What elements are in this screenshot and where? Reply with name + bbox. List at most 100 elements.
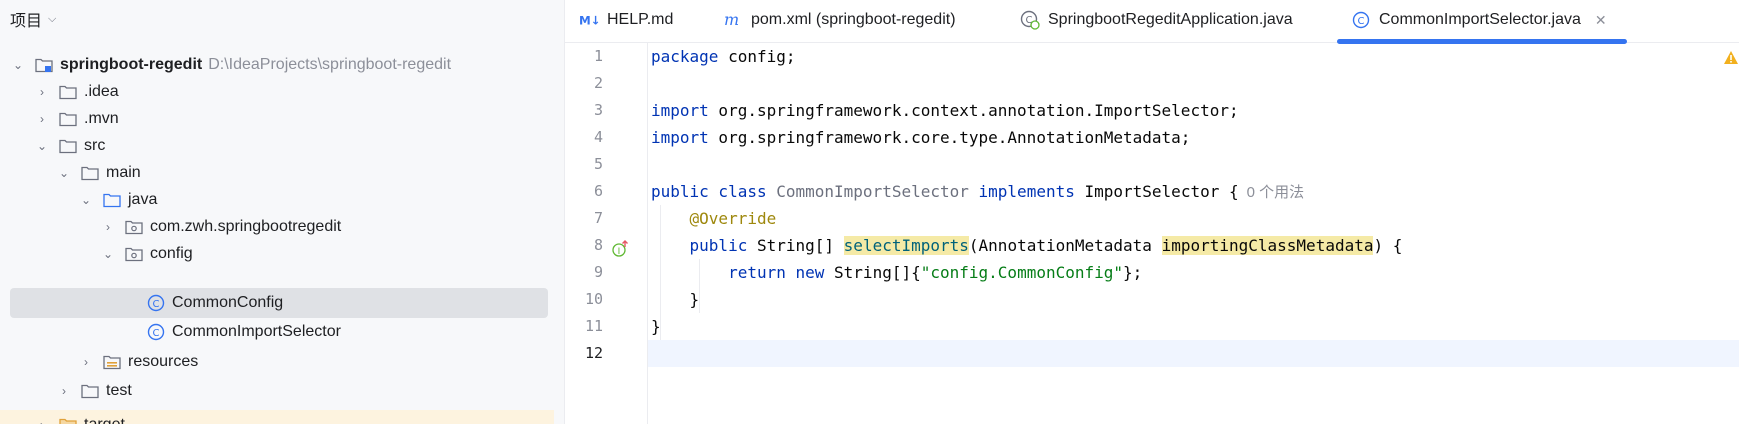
tree-item-label: .mvn bbox=[84, 110, 119, 127]
tab-commonimportselector[interactable]: C CommonImportSelector.java ✕ bbox=[1337, 0, 1627, 44]
chevron-down-icon[interactable]: ⌄ bbox=[56, 166, 72, 180]
line-number: 2 bbox=[593, 74, 603, 92]
maven-icon: m bbox=[723, 10, 743, 30]
line-number: 11 bbox=[584, 317, 603, 335]
editor-gutter: 1 2 3 4 5 6 7 8 9 10 11 12 bbox=[565, 43, 648, 424]
tree-item-label: CommonImportSelector bbox=[172, 323, 341, 340]
keyword: import bbox=[651, 101, 709, 120]
folder-icon bbox=[58, 82, 78, 102]
code-text: org.springframework.context.annotation.I… bbox=[708, 101, 1239, 120]
code-text: ) { bbox=[1373, 236, 1403, 255]
parameter-name: importingClassMetadata bbox=[1161, 236, 1374, 255]
package-icon bbox=[124, 244, 144, 264]
project-view-selector[interactable]: 项目 ⌵ bbox=[10, 6, 56, 32]
tree-item-resources[interactable]: › resources bbox=[10, 347, 548, 377]
code-text: ImportSelector { bbox=[1084, 182, 1239, 201]
tree-item-commonimportselector[interactable]: C CommonImportSelector bbox=[10, 317, 548, 347]
keyword: public bbox=[689, 236, 757, 255]
tab-label: CommonImportSelector.java bbox=[1379, 11, 1581, 28]
tree-item-idea[interactable]: › .idea bbox=[10, 77, 548, 107]
svg-text:M↓: M↓ bbox=[579, 14, 599, 28]
line-number: 10 bbox=[584, 290, 603, 308]
class-icon: C bbox=[1351, 10, 1371, 30]
line-number-current: 12 bbox=[584, 344, 603, 362]
string-literal: "config.CommonConfig" bbox=[920, 263, 1124, 282]
line-number: 3 bbox=[593, 101, 603, 119]
tree-item-src[interactable]: ⌄ src bbox=[10, 131, 548, 161]
tree-item-project-root[interactable]: ⌄ springboot-regedit D:\IdeaProjects\spr… bbox=[10, 50, 548, 80]
tree-item-java[interactable]: ⌄ java bbox=[10, 185, 548, 215]
code-line-1: package config; bbox=[651, 43, 796, 70]
code-text: (AnnotationMetadata bbox=[968, 236, 1162, 255]
tab-label: HELP.md bbox=[607, 11, 674, 28]
chevron-right-icon[interactable]: › bbox=[100, 220, 116, 234]
project-view-title: 项目 bbox=[10, 13, 43, 30]
implements-method-icon[interactable]: I bbox=[611, 240, 629, 263]
module-folder-icon bbox=[34, 55, 54, 75]
method-name: selectImports bbox=[843, 236, 969, 255]
editor-tab-bar: M↓ HELP.md m pom.xml (springboot-regedit… bbox=[565, 0, 1739, 44]
usages-inlay-hint[interactable]: 0 个用法 bbox=[1247, 184, 1305, 201]
code-text: String[]{ bbox=[834, 263, 921, 282]
keyword: package bbox=[651, 47, 719, 66]
source-folder-icon bbox=[102, 190, 122, 210]
tree-item-label: com.zwh.springbootregedit bbox=[150, 218, 342, 235]
chevron-right-icon[interactable]: › bbox=[34, 85, 50, 99]
svg-text:C: C bbox=[1358, 16, 1365, 27]
line-number: 5 bbox=[593, 155, 603, 173]
project-path: D:\IdeaProjects\springboot-regedit bbox=[208, 56, 452, 73]
tree-item-test[interactable]: › test bbox=[10, 376, 548, 406]
package-icon bbox=[124, 217, 144, 237]
code-line-11: } bbox=[651, 313, 661, 340]
tree-item-target[interactable]: › target bbox=[0, 410, 554, 424]
code-text: }; bbox=[1123, 263, 1143, 282]
tab-help-md[interactable]: M↓ HELP.md bbox=[579, 0, 673, 40]
tab-springbootregeditapplication[interactable]: C SpringbootRegeditApplication.java bbox=[1020, 0, 1293, 40]
tree-item-package-springbootregedit[interactable]: › com.zwh.springbootregedit bbox=[10, 212, 548, 242]
code-line-7: @Override bbox=[651, 205, 777, 232]
code-text: org.springframework.core.type.Annotation… bbox=[708, 128, 1191, 147]
tree-item-label: CommonConfig bbox=[172, 294, 284, 311]
tree-item-main[interactable]: ⌄ main bbox=[10, 158, 548, 188]
code-line-4: import org.springframework.core.type.Ann… bbox=[651, 124, 1190, 151]
tree-item-label: src bbox=[84, 137, 106, 154]
code-text: } bbox=[651, 317, 661, 336]
chevron-down-icon[interactable]: ⌵ bbox=[48, 13, 56, 26]
tree-item-package-config[interactable]: ⌄ config bbox=[10, 239, 548, 269]
code-editor[interactable]: package config; import org.springframewo… bbox=[648, 43, 1739, 424]
excluded-folder-icon bbox=[58, 415, 78, 424]
chevron-down-icon[interactable]: ⌄ bbox=[34, 139, 50, 153]
code-line-3: import org.springframework.context.annot… bbox=[651, 97, 1239, 124]
code-line-8: public String[] selectImports(Annotation… bbox=[651, 232, 1402, 259]
project-panel: 项目 ⌵ ⌄ springboot-regedit D:\IdeaProject… bbox=[0, 0, 565, 424]
annotation: @Override bbox=[689, 209, 777, 228]
svg-text:m: m bbox=[724, 12, 739, 28]
tree-item-commonconfig[interactable]: C CommonConfig bbox=[10, 288, 548, 318]
tab-pom-xml[interactable]: m pom.xml (springboot-regedit) bbox=[723, 0, 956, 40]
line-number: 7 bbox=[593, 209, 603, 227]
chevron-right-icon[interactable]: › bbox=[78, 355, 94, 369]
tree-item-label: .idea bbox=[84, 83, 119, 100]
chevron-down-icon[interactable]: ⌄ bbox=[78, 193, 94, 207]
chevron-right-icon[interactable]: › bbox=[34, 418, 50, 424]
keyword: public class bbox=[651, 182, 777, 201]
code-text: String[] bbox=[756, 236, 844, 255]
resources-folder-icon bbox=[102, 352, 122, 372]
svg-text:I: I bbox=[618, 247, 621, 257]
tree-item-label: test bbox=[106, 382, 132, 399]
chevron-right-icon[interactable]: › bbox=[34, 112, 50, 126]
tree-item-mvn[interactable]: › .mvn bbox=[10, 104, 548, 134]
warning-icon[interactable] bbox=[1723, 50, 1739, 71]
chevron-down-icon[interactable]: ⌄ bbox=[10, 58, 26, 72]
keyword: new bbox=[795, 263, 835, 282]
svg-text:C: C bbox=[153, 328, 160, 339]
tree-item-label: target bbox=[84, 416, 125, 424]
chevron-down-icon[interactable]: ⌄ bbox=[100, 247, 116, 261]
chevron-right-icon[interactable]: › bbox=[56, 384, 72, 398]
line-number: 9 bbox=[593, 263, 603, 281]
close-icon[interactable]: ✕ bbox=[1595, 12, 1607, 29]
line-number: 1 bbox=[593, 47, 603, 65]
class-icon: C bbox=[146, 322, 166, 342]
code-text: config; bbox=[718, 47, 796, 66]
svg-text:C: C bbox=[153, 299, 160, 310]
